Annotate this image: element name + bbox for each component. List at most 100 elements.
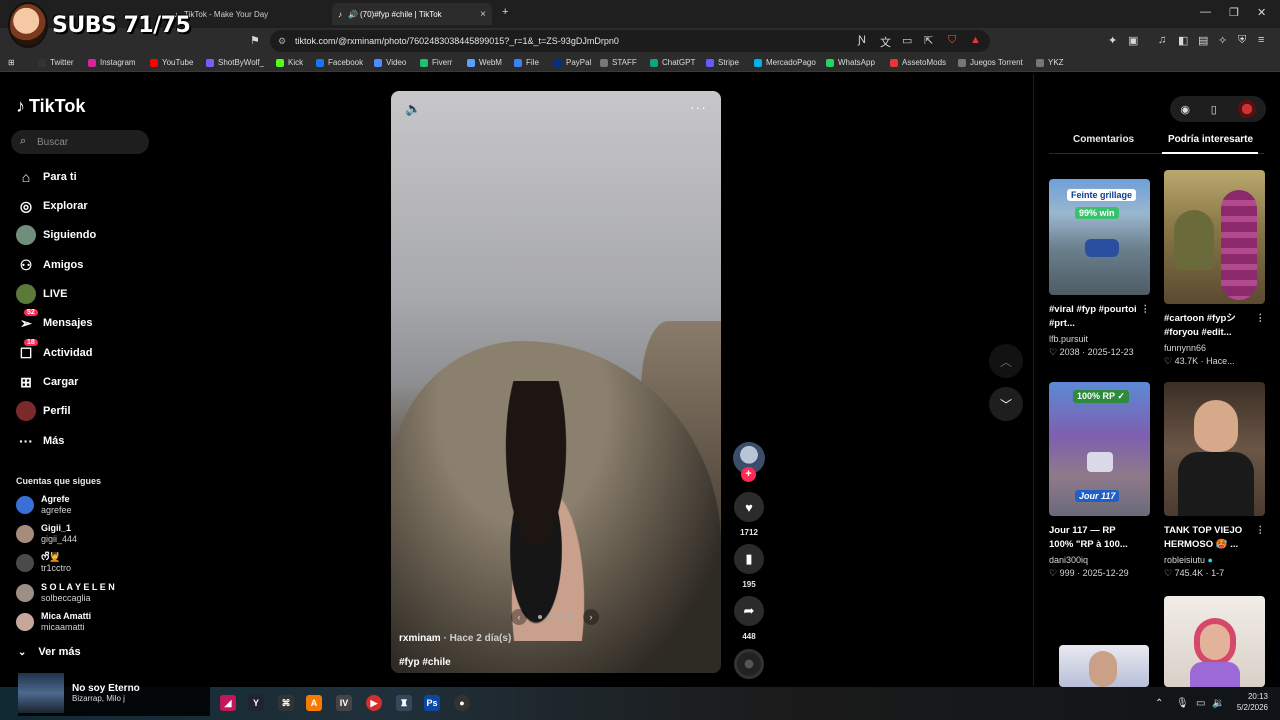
bookmark-assetomods[interactable]: AssetoMods	[890, 58, 946, 67]
maximize-button[interactable]: ❐	[1229, 6, 1239, 19]
volume-tray-icon[interactable]: 🔉	[1212, 698, 1224, 709]
sidebar-item-mensajes[interactable]: ➢ 52 Mensajes	[16, 309, 93, 334]
bookmark-paypal[interactable]: PayPal	[554, 58, 591, 67]
heart-icon[interactable]: ♥	[734, 492, 764, 522]
bookmark-webm[interactable]: WebM	[467, 58, 502, 67]
browser-tab[interactable]: ♪ TikTok - Make Your Day	[168, 3, 328, 25]
recommended-card[interactable]	[1164, 596, 1265, 687]
bookmark-youtube[interactable]: YouTube	[150, 58, 193, 67]
post-author[interactable]: rxminam · Hace 2 día(s)	[399, 633, 511, 644]
save-action[interactable]: ▮ 195	[734, 544, 764, 589]
cast-icon[interactable]: ▭	[902, 34, 912, 47]
bookmark-fiverr[interactable]: Fiverr	[420, 58, 452, 67]
new-tab-button[interactable]: +	[502, 6, 508, 18]
sidebar-item-live[interactable]: LIVE	[16, 283, 67, 305]
share-action[interactable]: ➦ 448	[734, 596, 764, 641]
bookmark-instagram[interactable]: Instagram	[88, 58, 136, 67]
bookmark-ykz[interactable]: YKZ	[1036, 58, 1064, 67]
minimize-button[interactable]: —	[1200, 6, 1211, 18]
bookmark-shotbywolf[interactable]: ShotByWolf_	[206, 58, 264, 67]
app-icon[interactable]: ♜	[396, 695, 412, 711]
bookmark-whatsapp[interactable]: WhatsApp	[826, 58, 875, 67]
see-more-button[interactable]: ⌄ Ver más	[18, 646, 81, 658]
desktop-app-icon[interactable]: ◉	[1180, 103, 1190, 116]
bookmark-chatgpt[interactable]: ChatGPT	[650, 58, 695, 67]
brave-shield-icon[interactable]: ⛉	[948, 34, 956, 47]
rewards-icon[interactable]: ▲	[970, 34, 981, 46]
sidebar-icon[interactable]: ◧	[1178, 34, 1188, 47]
followed-account[interactable]: Agrefe agrefee	[16, 494, 72, 516]
app-icon[interactable]: A	[306, 695, 322, 711]
tray-chevron-up-icon[interactable]: ⌃	[1155, 698, 1163, 709]
obs-icon[interactable]: ●	[454, 695, 470, 711]
tab-comments[interactable]: Comentarios	[1073, 134, 1134, 145]
photoshop-icon[interactable]: Ps	[424, 695, 440, 711]
vpn-icon[interactable]: ⛨	[1238, 34, 1246, 47]
translate-icon[interactable]: 文	[880, 34, 891, 50]
followed-account[interactable]: S O L A Y E L E Nsolbeccaglia	[16, 582, 115, 604]
followed-account[interactable]: ᰔᩚ💆 tr1cctro	[16, 552, 71, 574]
app-icon[interactable]: IV	[336, 695, 352, 711]
apps-icon[interactable]: ⊞	[8, 58, 15, 67]
media-icon[interactable]: ♫	[1158, 34, 1166, 46]
search-input[interactable]: ⌕ Buscar	[11, 130, 149, 154]
sidebar-item-para-ti[interactable]: ⌂ Para ti	[16, 166, 77, 188]
music-disc-icon[interactable]	[734, 649, 764, 679]
kebab-icon[interactable]: ⋮	[1256, 312, 1266, 326]
menu-icon[interactable]: ≡	[1258, 34, 1264, 46]
chevron-right-icon[interactable]: ›	[583, 609, 599, 625]
recommended-card[interactable]: Feinte grillage 99% win #viral #fyp #pou…	[1049, 179, 1150, 358]
like-action[interactable]: ♥ 1712	[734, 492, 764, 537]
bookmark-icon[interactable]: ⚑	[250, 34, 260, 47]
tiktok-logo[interactable]: ♪ TikTok	[16, 96, 85, 117]
recommended-card[interactable]: TANK TOP VIEJO HERMOSO 🥵 ... ⋮ robleisiut…	[1164, 382, 1265, 579]
bookmark-kick[interactable]: Kick	[276, 58, 303, 67]
bookmark-facebook[interactable]: Facebook	[316, 58, 363, 67]
system-clock[interactable]: 20:13 5/2/2026	[1228, 691, 1268, 713]
sidebar-item-perfil[interactable]: Perfil	[16, 400, 71, 422]
follow-plus-icon[interactable]: +	[741, 467, 756, 482]
chevron-left-icon[interactable]: ‹	[511, 609, 527, 625]
bookmark-juegos-torrent[interactable]: Juegos Torrent	[958, 58, 1023, 67]
music-mini-player[interactable]: No soy Eterno Bizarrap, Milo j	[18, 670, 210, 716]
screenshot-icon[interactable]: ▣	[1128, 34, 1138, 47]
wallet-icon[interactable]: ▤	[1198, 34, 1208, 47]
sidebar-item-siguiendo[interactable]: Siguiendo	[16, 224, 96, 246]
phone-icon[interactable]: ▯	[1211, 103, 1217, 116]
previous-video-button[interactable]: ︿	[989, 344, 1023, 378]
network-icon[interactable]: ▭	[1196, 698, 1205, 709]
recommended-card[interactable]: #cartoon #fypシ #foryou #edit... ⋮ funnynn…	[1164, 170, 1265, 367]
app-icon[interactable]: ⌘	[278, 695, 294, 711]
microphone-icon[interactable]: 🎙	[1176, 698, 1189, 709]
sidebar-item-explorar[interactable]: ◎ Explorar	[16, 195, 88, 217]
kebab-icon[interactable]: ⋮	[1141, 303, 1151, 317]
user-avatar[interactable]	[1237, 100, 1256, 118]
bookmark-twitter[interactable]: Twitter	[38, 58, 74, 67]
extensions-icon[interactable]: ✦	[1108, 34, 1117, 47]
video-player[interactable]: 🔈 ··· ‹ › rxminam · Hace 2 día(s) #fyp #…	[391, 91, 721, 673]
close-icon[interactable]: ×	[480, 9, 486, 20]
sidebar-item-mas[interactable]: ··· Más	[16, 430, 64, 452]
bookmark-stripe[interactable]: Stripe	[706, 58, 739, 67]
bookmark-video[interactable]: Video	[374, 58, 406, 67]
share-arrow-icon[interactable]: ➦	[734, 596, 764, 626]
followed-account[interactable]: Mica Amatti micaamatti	[16, 611, 91, 633]
close-window-button[interactable]: ✕	[1257, 6, 1266, 19]
bookmark-file[interactable]: File	[514, 58, 539, 67]
leo-icon[interactable]: ✧	[1218, 34, 1227, 47]
app-icon[interactable]: ▶	[366, 695, 382, 711]
sidebar-item-amigos[interactable]: ⚇ Amigos	[16, 254, 84, 276]
reader-icon[interactable]: Ɲ	[858, 34, 866, 46]
app-icon[interactable]: Y	[248, 695, 264, 711]
browser-tab-active[interactable]: ♪ 🔊 (70)#fyp #chile | TikTok ×	[332, 3, 492, 25]
bookmark-mercadopago[interactable]: MercadoPago	[754, 58, 816, 67]
tab-recommended[interactable]: Podría interesarte	[1168, 134, 1253, 145]
kebab-icon[interactable]: ⋮	[1256, 524, 1266, 538]
sidebar-item-actividad[interactable]: ☐ 18 Actividad	[16, 339, 93, 364]
share-icon[interactable]: ⇱	[924, 34, 933, 47]
sidebar-item-cargar[interactable]: ⊞ Cargar	[16, 371, 78, 393]
recommended-card[interactable]: 100% RP ✓ Jour 117 Jour 117 — RP 100% "R…	[1049, 382, 1150, 579]
followed-account[interactable]: Gigii_1 gigii_444	[16, 523, 77, 545]
post-hashtags[interactable]: #fyp #chile	[399, 657, 451, 668]
recommended-card[interactable]	[1059, 645, 1160, 687]
